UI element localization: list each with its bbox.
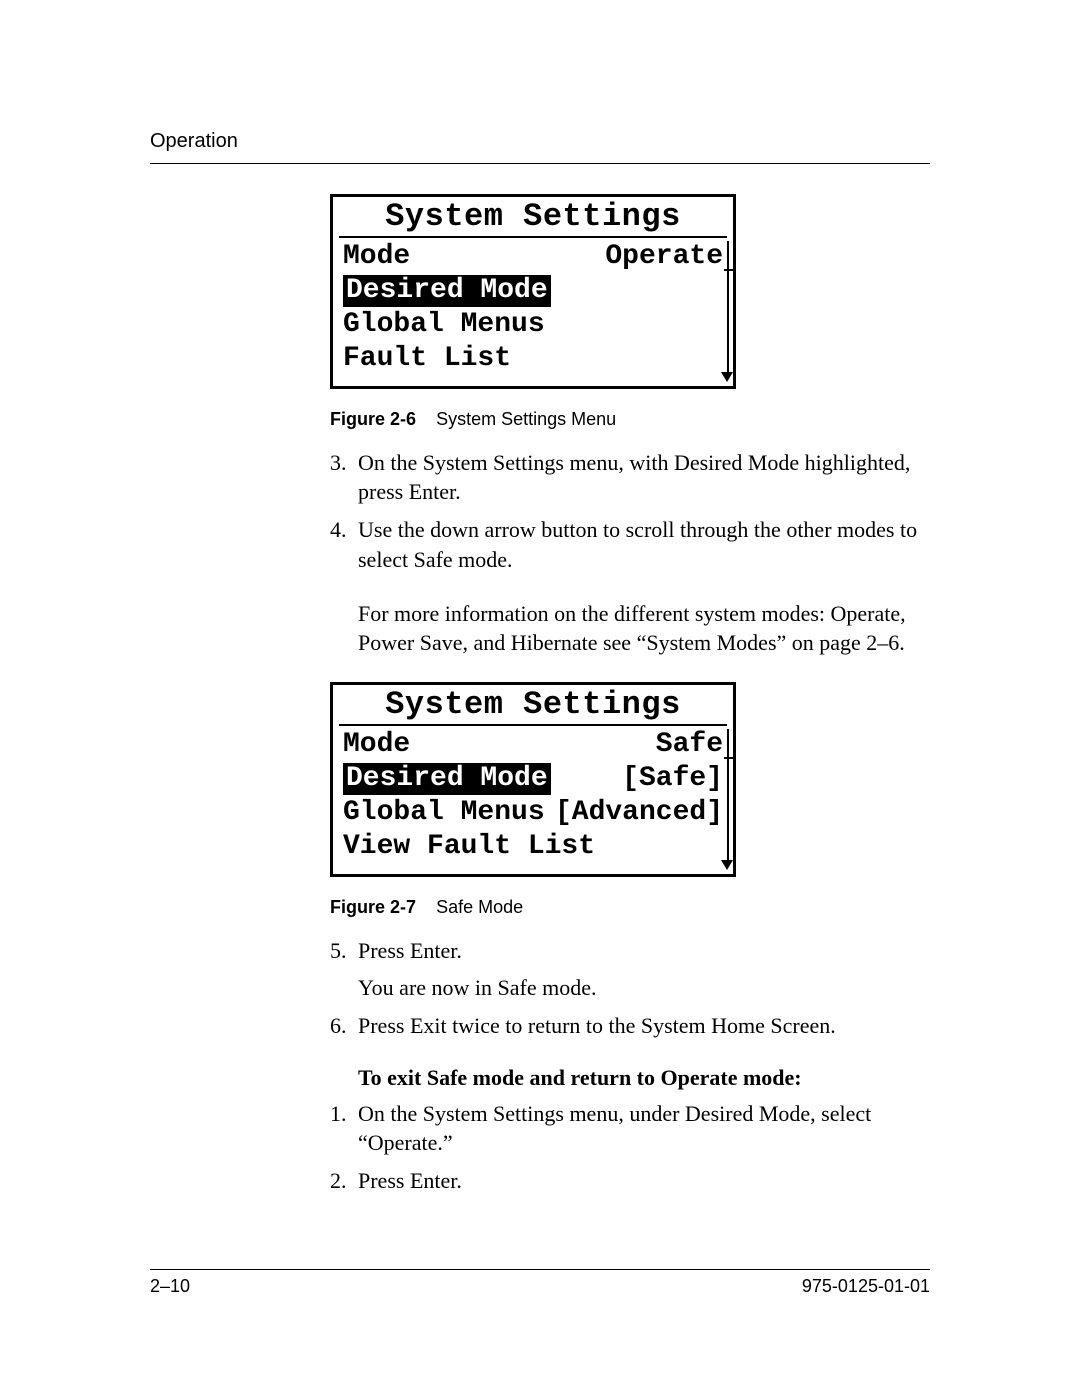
figure-text: Safe Mode: [436, 897, 523, 917]
lcd-title: System Settings: [333, 197, 733, 236]
lcd-value: [Advanced]: [555, 797, 723, 829]
lcd-body: Mode Safe Desired Mode [Safe] Global Men…: [333, 726, 733, 874]
footer-rule: [150, 1269, 930, 1270]
lcd-label: Mode: [343, 729, 410, 761]
step-list-b: 5. Press Enter. You are now in Safe mode…: [330, 936, 930, 1041]
lcd-row-fault-list: Fault List: [343, 342, 723, 376]
scroll-tick: [724, 269, 733, 271]
step-text: Press Enter.: [358, 1166, 930, 1196]
scroll-line: [727, 729, 729, 860]
page: Operation System Settings Mode Operate D…: [0, 0, 1080, 1397]
scroll-tick: [724, 757, 733, 759]
step-item: You are now in Safe mode.: [330, 973, 930, 1003]
step-number: 5.: [330, 936, 358, 966]
lcd-row-mode: Mode Operate: [343, 240, 723, 274]
lcd-panel-system-settings-2: System Settings Mode Safe Desired Mode […: [330, 682, 736, 877]
lcd-row-global-menus: Global Menus: [343, 308, 723, 342]
step-item: 6. Press Exit twice to return to the Sys…: [330, 1011, 930, 1041]
figure-caption-2-6: Figure 2-6 System Settings Menu: [330, 409, 930, 430]
content-block: System Settings Mode Operate Desired Mod…: [330, 194, 930, 1196]
lcd-panel-system-settings-1: System Settings Mode Operate Desired Mod…: [330, 194, 736, 389]
page-footer: 2–10 975-0125-01-01: [150, 1269, 930, 1297]
lcd-value: Safe: [656, 729, 723, 761]
step-item: 1. On the System Settings menu, under De…: [330, 1099, 930, 1158]
lcd-label: Global Menus: [343, 797, 545, 829]
lcd-label-highlighted: Desired Mode: [343, 275, 551, 307]
step-text: Use the down arrow button to scroll thro…: [358, 515, 930, 574]
step-number: [330, 973, 358, 1003]
lcd-label: View Fault List: [343, 831, 595, 863]
step-number: 3.: [330, 448, 358, 507]
scroll-line: [727, 241, 729, 372]
step-number: 6.: [330, 1011, 358, 1041]
step-text: Press Exit twice to return to the System…: [358, 1011, 930, 1041]
step-text: Press Enter.: [358, 936, 930, 966]
arrow-down-icon: [721, 860, 733, 870]
step-number: 1.: [330, 1099, 358, 1158]
step-item: 3. On the System Settings menu, with Des…: [330, 448, 930, 507]
lcd-value: Operate: [605, 241, 723, 273]
figure-text: System Settings Menu: [436, 409, 616, 429]
lcd-row-mode: Mode Safe: [343, 728, 723, 762]
step-number: 2.: [330, 1166, 358, 1196]
section-header: Operation: [150, 130, 930, 153]
doc-number: 975-0125-01-01: [802, 1276, 930, 1297]
lcd-title: System Settings: [333, 685, 733, 724]
step-text: You are now in Safe mode.: [358, 973, 930, 1003]
figure-label: Figure 2-6: [330, 409, 416, 429]
step-item: 5. Press Enter.: [330, 936, 930, 966]
header-rule: [150, 163, 930, 164]
step-item: 4. Use the down arrow button to scroll t…: [330, 515, 930, 574]
page-number: 2–10: [150, 1276, 190, 1297]
lcd-row-desired-mode: Desired Mode [Safe]: [343, 762, 723, 796]
lcd-row-global-menus: Global Menus [Advanced]: [343, 796, 723, 830]
sub-heading: To exit Safe mode and return to Operate …: [358, 1065, 930, 1091]
step-item: 2. Press Enter.: [330, 1166, 930, 1196]
footer-row: 2–10 975-0125-01-01: [150, 1276, 930, 1297]
note-paragraph: For more information on the different sy…: [358, 599, 930, 658]
lcd-body: Mode Operate Desired Mode Global Menus F…: [333, 238, 733, 386]
step-list-c: 1. On the System Settings menu, under De…: [330, 1099, 930, 1196]
arrow-down-icon: [721, 372, 733, 382]
lcd-value: [Safe]: [622, 763, 723, 795]
step-list-a: 3. On the System Settings menu, with Des…: [330, 448, 930, 575]
lcd-label: Mode: [343, 241, 410, 273]
step-number: 4.: [330, 515, 358, 574]
figure-caption-2-7: Figure 2-7 Safe Mode: [330, 897, 930, 918]
figure-label: Figure 2-7: [330, 897, 416, 917]
lcd-label: Fault List: [343, 343, 511, 375]
step-text: On the System Settings menu, with Desire…: [358, 448, 930, 507]
lcd-label: Global Menus: [343, 309, 545, 341]
lcd-row-view-fault-list: View Fault List: [343, 830, 723, 864]
step-text: On the System Settings menu, under Desir…: [358, 1099, 930, 1158]
lcd-label-highlighted: Desired Mode: [343, 763, 551, 795]
lcd-row-desired-mode: Desired Mode: [343, 274, 723, 308]
